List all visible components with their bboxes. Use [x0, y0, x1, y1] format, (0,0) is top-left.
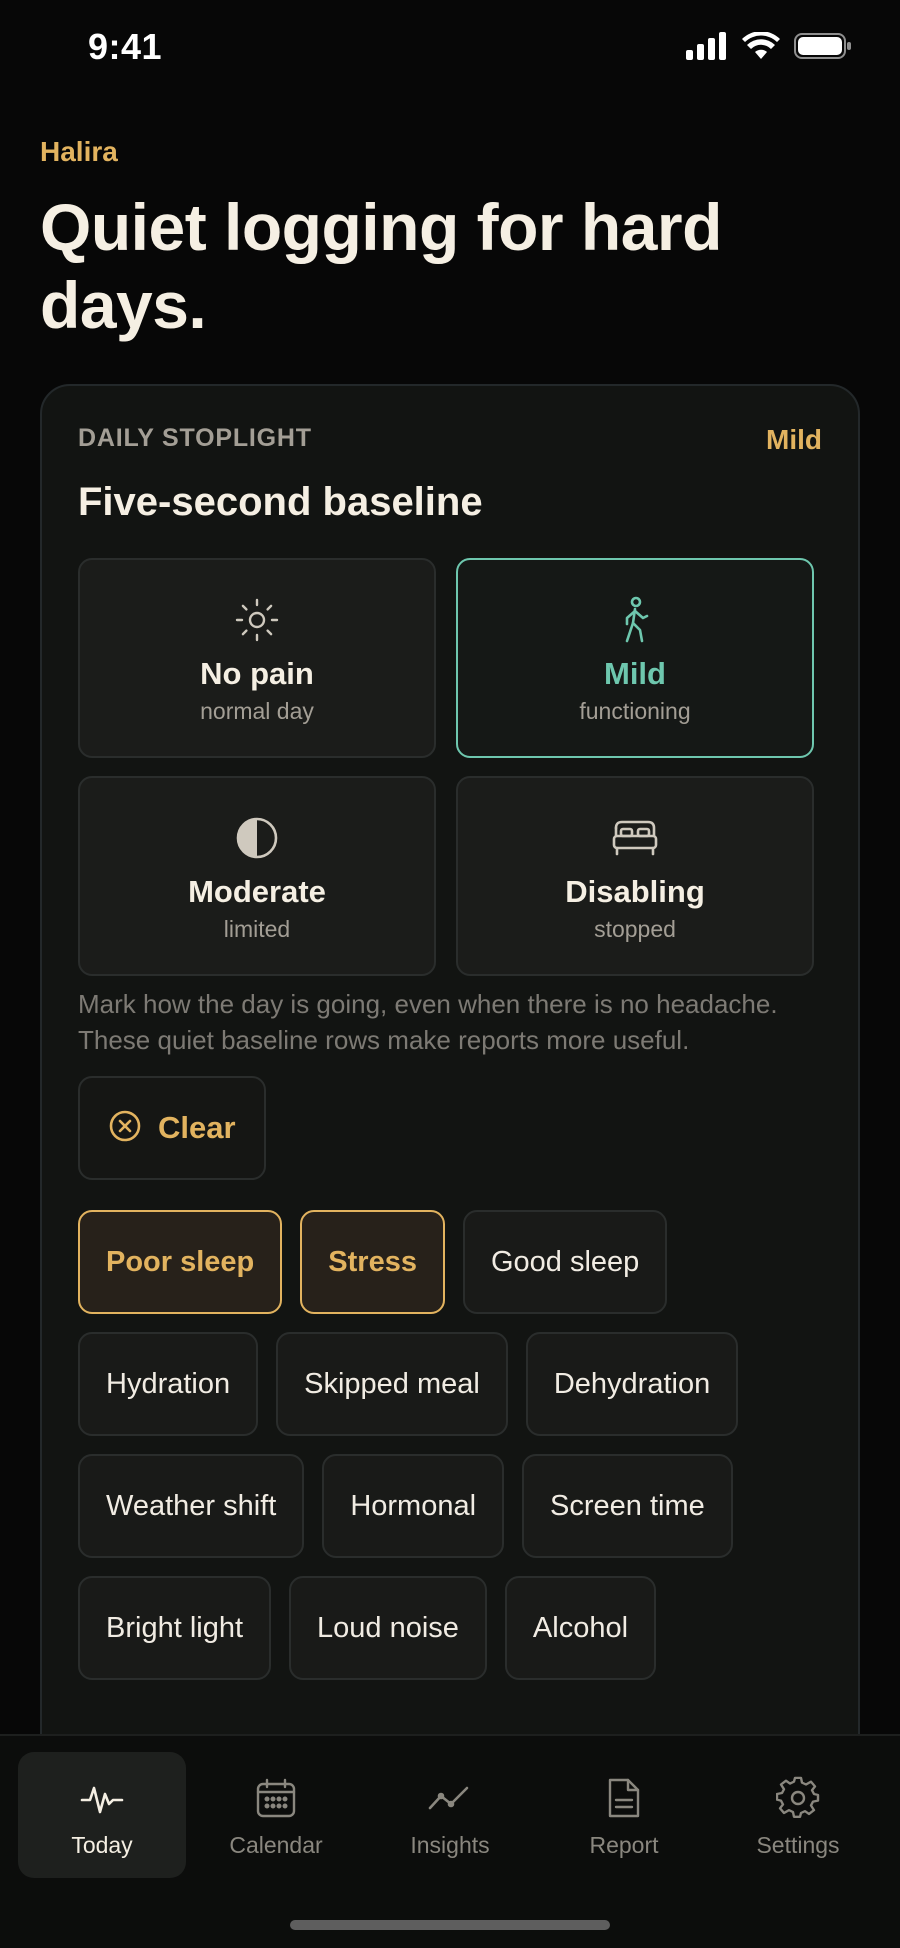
level-option-moderate[interactable]: Moderate limited — [78, 776, 436, 976]
tag-poor-sleep[interactable]: Poor sleep — [78, 1210, 283, 1314]
level-option-mild[interactable]: Mild functioning — [456, 558, 814, 758]
tag-stress[interactable]: Stress — [300, 1210, 445, 1314]
document-icon — [606, 1776, 642, 1820]
clear-label: Clear — [158, 1110, 236, 1145]
level-option-no-pain[interactable]: No pain normal day — [78, 558, 436, 758]
bed-icon — [612, 814, 658, 862]
level-sublabel: limited — [223, 916, 291, 942]
level-option-disabling[interactable]: Disabling stopped — [456, 776, 814, 976]
close-circle-icon — [108, 1109, 142, 1148]
tab-calendar[interactable]: Calendar — [192, 1752, 360, 1878]
tab-label: Calendar — [229, 1832, 323, 1858]
walking-person-icon — [615, 596, 655, 644]
tag-row: Weather shift Hormonal Screen time — [78, 1454, 733, 1558]
level-label: Mild — [604, 656, 666, 691]
status-time: 9:41 — [88, 26, 163, 67]
tag-bright-light[interactable]: Bright light — [78, 1576, 272, 1680]
tab-label: Report — [589, 1832, 659, 1858]
tag-good-sleep[interactable]: Good sleep — [462, 1210, 668, 1314]
level-label: Moderate — [188, 874, 326, 909]
tag-hydration[interactable]: Hydration — [78, 1332, 259, 1436]
current-level-badge: Mild — [766, 424, 822, 455]
clear-button[interactable]: Clear — [78, 1076, 266, 1180]
tab-label: Settings — [756, 1832, 840, 1858]
half-circle-icon — [234, 814, 280, 862]
tab-label: Today — [71, 1832, 133, 1858]
bottom-tab-bar: Today Calendar Insights Report Settings — [0, 1734, 900, 1948]
level-sublabel: stopped — [594, 916, 676, 942]
trend-line-icon — [427, 1776, 473, 1820]
tag-alcohol[interactable]: Alcohol — [504, 1576, 657, 1680]
tab-settings[interactable]: Settings — [714, 1752, 882, 1878]
tag-hormonal[interactable]: Hormonal — [322, 1454, 505, 1558]
pulse-icon — [80, 1776, 124, 1820]
status-icons — [686, 31, 852, 65]
tag-dehydration[interactable]: Dehydration — [525, 1332, 739, 1436]
sun-icon — [234, 596, 280, 644]
tab-report[interactable]: Report — [540, 1752, 708, 1878]
gear-icon — [776, 1776, 820, 1820]
home-indicator — [290, 1920, 610, 1930]
level-sublabel: functioning — [579, 698, 691, 724]
tag-row: Hydration Skipped meal Dehydration — [78, 1332, 739, 1436]
tag-screen-time[interactable]: Screen time — [522, 1454, 733, 1558]
tag-row: Bright light Loud noise Alcohol — [78, 1576, 657, 1680]
tag-skipped-meal[interactable]: Skipped meal — [276, 1332, 508, 1436]
brand-name: Halira — [40, 136, 118, 167]
card-eyebrow: DAILY STOPLIGHT — [78, 424, 312, 452]
cellular-signal-icon — [686, 32, 728, 65]
calendar-icon — [255, 1776, 297, 1820]
level-label: No pain — [200, 656, 314, 691]
tab-today[interactable]: Today — [18, 1752, 186, 1878]
card-title: Five-second baseline — [78, 480, 483, 524]
wifi-icon — [742, 31, 780, 65]
tab-label: Insights — [410, 1832, 490, 1858]
tag-weather-shift[interactable]: Weather shift — [78, 1454, 305, 1558]
battery-icon — [794, 32, 852, 65]
helper-text: Mark how the day is going, even when the… — [78, 989, 778, 1055]
tab-insights[interactable]: Insights — [366, 1752, 534, 1878]
page-headline: Quiet logging for hard days. — [40, 190, 722, 342]
tag-loud-noise[interactable]: Loud noise — [289, 1576, 487, 1680]
daily-stoplight-card: DAILY STOPLIGHT Mild Five-second baselin… — [40, 384, 860, 1944]
status-bar: 9:41 — [0, 0, 900, 100]
level-sublabel: normal day — [200, 698, 314, 724]
level-label: Disabling — [565, 874, 705, 909]
tag-row: Poor sleep Stress Good sleep — [78, 1210, 668, 1314]
